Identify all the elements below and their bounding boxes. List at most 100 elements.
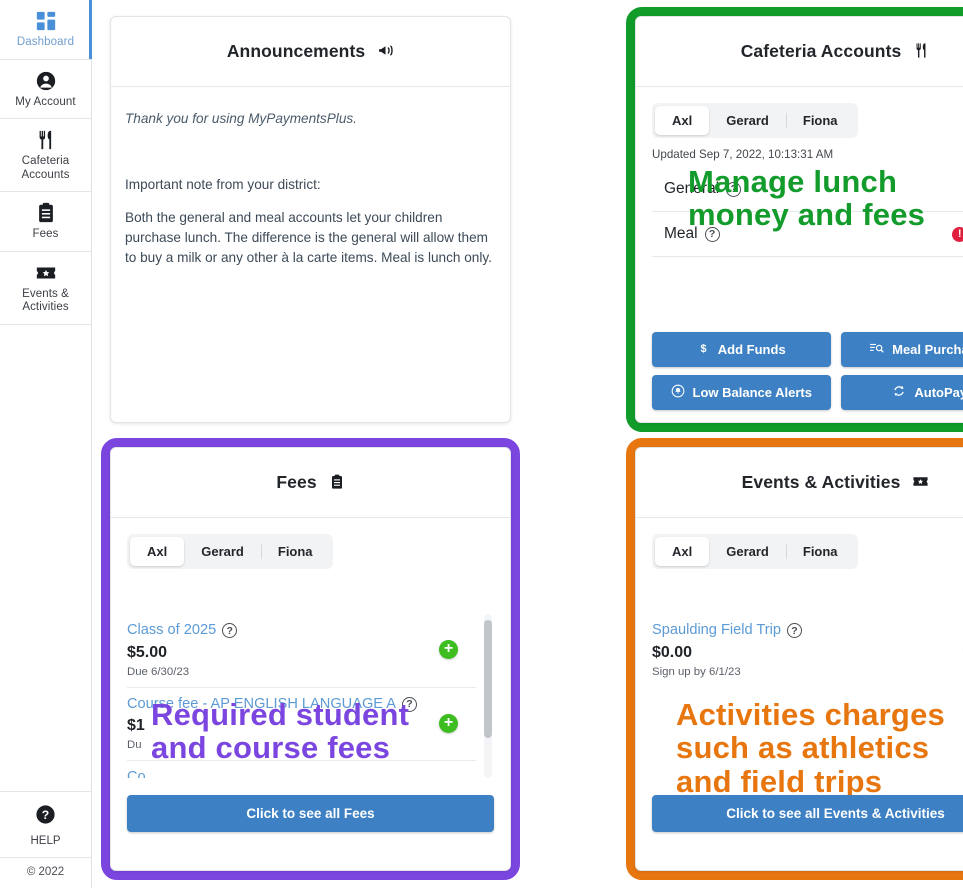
account-balance-wrap: ! $0.00 (952, 225, 963, 243)
help-tooltip-icon[interactable]: ? (402, 696, 418, 712)
help-tooltip-icon[interactable]: ? (787, 623, 802, 639)
see-all-events-button[interactable]: Click to see all Events & Activities (652, 795, 963, 832)
account-row-meal[interactable]: Meal ? ! $0.00 (652, 212, 963, 257)
events-title-bar: Events & Activities (636, 448, 963, 518)
fee-title: Co (127, 769, 146, 778)
sidebar-item-label: Cafeteria Accounts (21, 155, 70, 181)
list-item[interactable]: Course fee - AP ENGLISH LANGUAGE A ? $1 … (127, 688, 476, 761)
event-title-wrap: Spaulding Field Trip ? (652, 622, 963, 640)
events-activities-card: Events & Activities Axl Gerard Fiona Spa… (635, 447, 963, 871)
sidebar-item-cafeteria-accounts[interactable]: Cafeteria Accounts (0, 119, 91, 193)
list-item[interactable]: Class of 2025 ? $5.00 Due 6/30/23 + (127, 614, 476, 688)
low-balance-alerts-button[interactable]: Low Balance Alerts (652, 375, 831, 410)
fee-title-wrap: Class of 2025 ? (127, 622, 476, 640)
list-search-icon (869, 341, 884, 358)
cafeteria-action-buttons: $ Add Funds Meal Purchases (652, 332, 963, 410)
sidebar-nav-list: Dashboard My Account Cafeteria Accounts … (0, 0, 92, 325)
cafeteria-body: Axl Gerard Fiona Updated Sep 7, 2022, 10… (636, 87, 963, 422)
cafeteria-title-bar: Cafeteria Accounts (636, 17, 963, 87)
announcements-body: Thank you for using MyPaymentsPlus. Impo… (111, 87, 510, 278)
add-funds-label: Add Funds (717, 342, 786, 357)
see-all-fees-button[interactable]: Click to see all Fees (127, 795, 494, 832)
add-funds-button[interactable]: $ Add Funds (652, 332, 831, 367)
fee-due-date: Due 6/30/23 (127, 665, 190, 678)
svg-text:$: $ (700, 343, 706, 355)
fees-body: Axl Gerard Fiona Class of 2025 ? $5.00 D… (111, 518, 510, 870)
events-title: Events & Activities (741, 472, 901, 492)
help-button[interactable]: ? HELP (0, 791, 91, 857)
refresh-icon (892, 384, 906, 401)
events-list[interactable]: Spaulding Field Trip ? $0.00 Sign up by … (652, 614, 963, 778)
announcement-note-body: Both the general and meal accounts let y… (125, 210, 492, 265)
person-circle-icon (35, 70, 57, 92)
help-tooltip-icon[interactable]: ? (222, 623, 238, 639)
sidebar-item-dashboard[interactable]: Dashboard (0, 0, 92, 60)
student-tab-gerard[interactable]: Gerard (709, 106, 786, 135)
student-tab-fiona[interactable]: Fiona (260, 537, 330, 566)
main-content: Announcements Thank you for using MyPaym… (92, 0, 963, 888)
student-tab-gerard[interactable]: Gerard (709, 537, 786, 566)
fees-title-bar: Fees (111, 448, 510, 518)
grid-icon (35, 10, 57, 32)
svg-text:?: ? (42, 808, 49, 822)
account-name: General (664, 180, 720, 197)
cafeteria-accounts-card: Cafeteria Accounts Axl Gerard Fiona Upda… (635, 16, 963, 423)
fee-title-wrap: Course fee - AP ENGLISH LANGUAGE A ? (127, 696, 476, 714)
announcement-note-heading: Important note from your district: (125, 176, 321, 192)
fees-list[interactable]: Class of 2025 ? $5.00 Due 6/30/23 + Cour… (127, 614, 494, 778)
student-tab-axl[interactable]: Axl (130, 537, 185, 566)
announcements-title-bar: Announcements (111, 17, 510, 87)
fees-scrollbar-thumb[interactable] (484, 620, 492, 738)
announcements-card: Announcements Thank you for using MyPaym… (110, 16, 511, 423)
announcement-thanks: Thank you for using MyPaymentsPlus. (125, 111, 357, 126)
fees-card: Fees Axl Gerard Fiona Class of 2025 ? $5… (110, 447, 511, 871)
sidebar-item-events-activities[interactable]: Events & Activities (0, 252, 91, 325)
sidebar-item-fees[interactable]: Fees (0, 192, 91, 252)
meal-purchases-button[interactable]: Meal Purchases (840, 332, 963, 367)
dollar-icon: $ (697, 341, 710, 358)
question-circle-icon: ? (35, 804, 56, 830)
announcements-title: Announcements (226, 41, 366, 61)
low-balance-alerts-label: Low Balance Alerts (692, 385, 812, 400)
student-tab-axl[interactable]: Axl (655, 106, 710, 135)
copyright-text: © 2022 (0, 857, 91, 888)
sidebar: Dashboard My Account Cafeteria Accounts … (0, 0, 92, 888)
event-title: Spaulding Field Trip (652, 622, 781, 638)
meal-purchases-label: Meal Purchases (892, 342, 963, 357)
help-label: HELP (30, 835, 61, 847)
fee-due-date: Du (127, 739, 142, 751)
student-tab-gerard[interactable]: Gerard (184, 537, 261, 566)
autopay-button[interactable]: AutoPay (840, 375, 963, 410)
sidebar-item-my-account[interactable]: My Account (0, 60, 91, 120)
account-name-wrap: General ? (664, 180, 742, 198)
student-tab-axl[interactable]: Axl (655, 537, 710, 566)
ticket-icon (912, 473, 929, 495)
sidebar-item-label: Events & Activities (22, 287, 69, 314)
student-tab-fiona[interactable]: Fiona (785, 106, 855, 135)
utensils-icon (913, 42, 930, 64)
help-tooltip-icon[interactable]: ? (704, 226, 720, 242)
event-signup-deadline: Sign up by 6/1/23 (652, 665, 741, 678)
fees-student-tabs: Axl Gerard Fiona (127, 534, 333, 569)
list-item[interactable]: Spaulding Field Trip ? $0.00 Sign up by … (652, 614, 963, 687)
clipboard-icon (35, 202, 57, 224)
dashboard-app: Dashboard My Account Cafeteria Accounts … (0, 0, 963, 888)
account-name-wrap: Meal ? (664, 225, 720, 243)
fee-title-wrap: Co (127, 769, 476, 778)
list-item[interactable]: Co $12 Due 6/30/23 + (127, 761, 476, 778)
fees-list-inner: Class of 2025 ? $5.00 Due 6/30/23 + Cour… (127, 614, 494, 778)
fee-title: Course fee - AP ENGLISH LANGUAGE A (127, 695, 397, 712)
help-tooltip-icon[interactable]: ? (726, 181, 742, 197)
clipboard-icon (329, 474, 345, 495)
fee-amount: $1 (127, 717, 145, 734)
add-fee-to-cart-button[interactable]: + (439, 640, 458, 659)
cafeteria-updated-timestamp: Updated Sep 7, 2022, 10:13:31 AM (652, 148, 834, 161)
megaphone-icon (377, 42, 394, 64)
sidebar-item-label: My Account (15, 95, 76, 108)
account-row-general[interactable]: General ? $14.00 (652, 167, 963, 212)
student-tab-fiona[interactable]: Fiona (785, 537, 855, 566)
add-fee-to-cart-button[interactable]: + (439, 713, 458, 733)
event-amount: $0.00 (652, 643, 693, 661)
utensils-icon (35, 129, 57, 151)
